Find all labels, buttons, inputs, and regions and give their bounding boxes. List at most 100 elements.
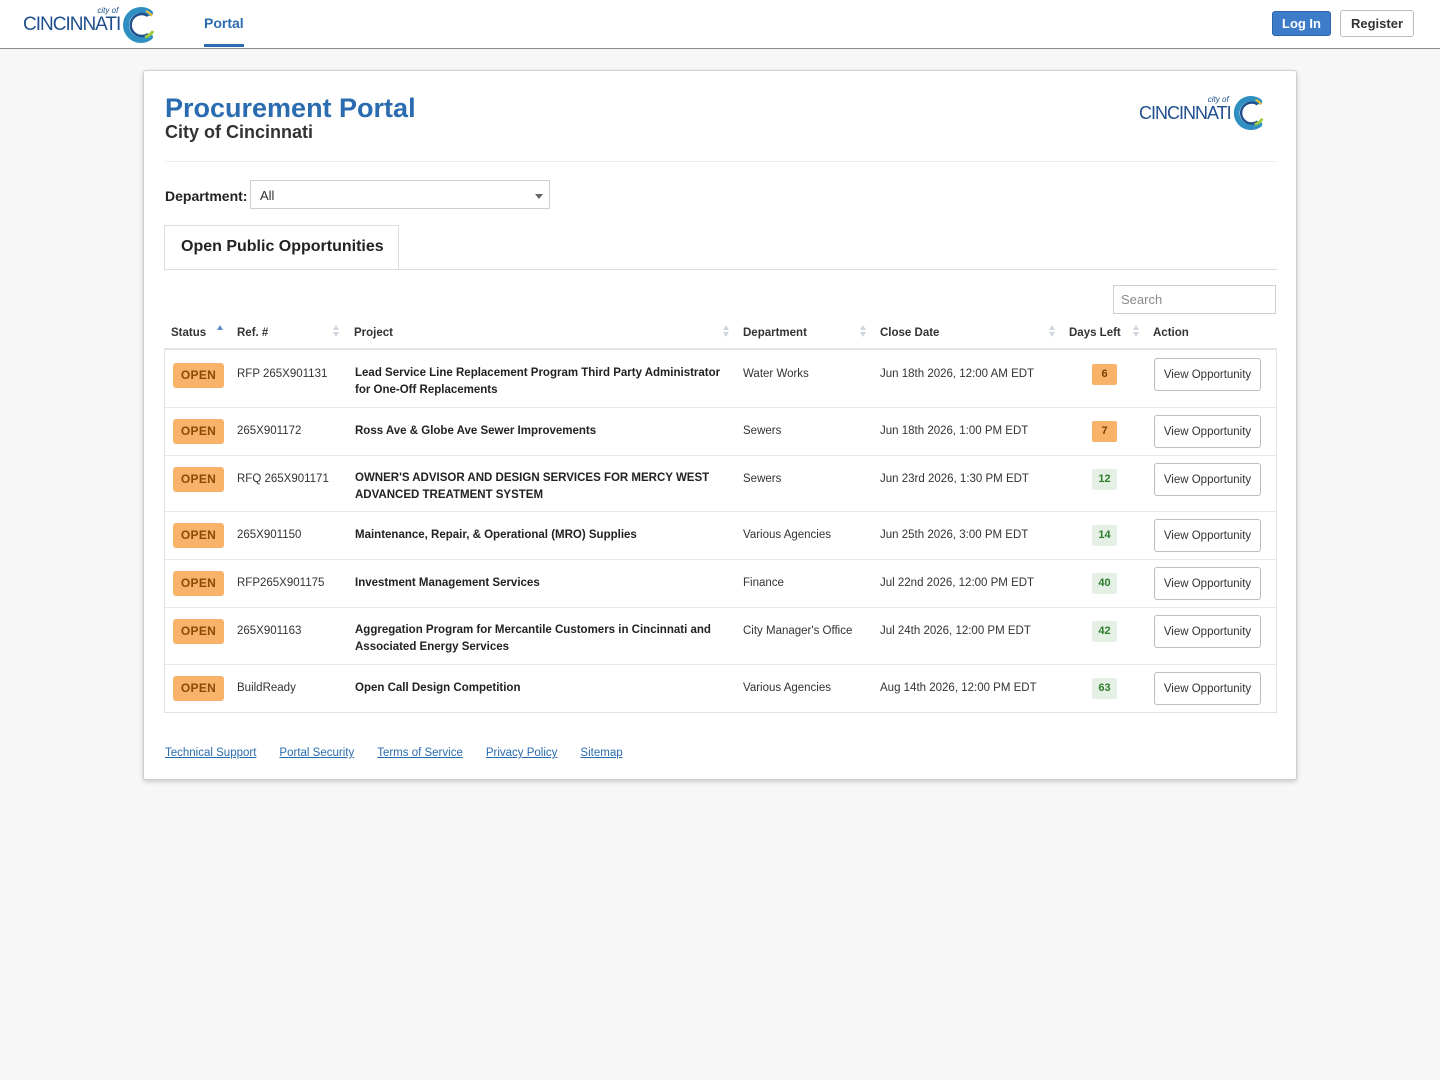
close-date: Jul 24th 2026, 12:00 PM EDT (880, 625, 1031, 637)
footer-links: Technical Support Portal Security Terms … (165, 747, 623, 759)
table-row: OPEN RFP 265X901131 Lead Service Line Re… (165, 350, 1276, 407)
table-row: OPEN 265X901172 Ross Ave & Globe Ave Sew… (165, 407, 1276, 455)
column-header-status[interactable]: Status (171, 327, 206, 339)
sort-icon[interactable] (723, 325, 730, 339)
tab-divider (164, 269, 1277, 270)
card-city-logo: CINCINNATI city of (1139, 93, 1267, 133)
days-left-badge: 12 (1092, 469, 1117, 490)
active-nav-indicator (204, 44, 244, 47)
register-button[interactable]: Register (1340, 10, 1414, 37)
portal-card: Procurement Portal City of Cincinnati CI… (143, 70, 1297, 780)
close-date: Jun 25th 2026, 3:00 PM EDT (880, 529, 1029, 541)
view-opportunity-button[interactable]: View Opportunity (1154, 415, 1261, 448)
days-left-badge: 63 (1092, 678, 1117, 699)
sort-icon[interactable] (1133, 325, 1140, 339)
department-label: Department: (165, 188, 248, 204)
view-opportunity-button[interactable]: View Opportunity (1154, 463, 1261, 496)
view-opportunity-button[interactable]: View Opportunity (1154, 672, 1261, 705)
status-badge: OPEN (173, 676, 224, 701)
page-title: Procurement Portal (165, 93, 416, 123)
close-date: Jun 18th 2026, 1:00 PM EDT (880, 425, 1029, 437)
top-navbar: CINCINNATI city of Portal Log In Registe… (0, 0, 1440, 49)
view-opportunity-button[interactable]: View Opportunity (1154, 615, 1261, 648)
close-date: Jun 18th 2026, 12:00 AM EDT (880, 368, 1035, 380)
search-input[interactable] (1113, 285, 1276, 314)
status-badge: OPEN (173, 619, 224, 644)
ref-number: RFQ 265X901171 (237, 473, 329, 485)
column-header-close-date[interactable]: Close Date (880, 327, 939, 339)
table-row: OPEN 265X901150 Maintenance, Repair, & O… (165, 511, 1276, 559)
status-badge: OPEN (173, 363, 224, 388)
sort-icon[interactable] (1049, 325, 1056, 339)
logo-wordmark: CINCINNATI (23, 14, 121, 35)
view-opportunity-button[interactable]: View Opportunity (1154, 519, 1261, 552)
project-title: Open Call Design Competition (355, 682, 521, 694)
status-badge: OPEN (173, 467, 224, 492)
footer-link-terms-of-service[interactable]: Terms of Service (377, 747, 463, 759)
close-date: Aug 14th 2026, 12:00 PM EDT (880, 682, 1037, 694)
days-left-badge: 42 (1092, 621, 1117, 642)
column-header-ref[interactable]: Ref. # (237, 327, 268, 339)
page-subtitle: City of Cincinnati (165, 122, 313, 142)
sort-icon[interactable] (860, 325, 867, 339)
table-row: OPEN RFP265X901175 Investment Management… (165, 559, 1276, 607)
project-title: OWNER'S ADVISOR AND DESIGN SERVICES FOR … (355, 472, 710, 501)
days-left-badge: 7 (1092, 421, 1117, 442)
department-name: Various Agencies (743, 529, 832, 541)
header-divider (165, 161, 1276, 162)
days-left-badge: 40 (1092, 573, 1117, 594)
ref-number: 265X901150 (237, 529, 302, 541)
footer-link-technical-support[interactable]: Technical Support (165, 747, 256, 759)
status-badge: OPEN (173, 419, 224, 444)
logo-cityof: city of (97, 6, 119, 15)
column-header-project[interactable]: Project (354, 327, 393, 339)
chevron-down-icon (535, 194, 543, 199)
ref-number: 265X901172 (237, 425, 302, 437)
footer-link-privacy-policy[interactable]: Privacy Policy (486, 747, 558, 759)
department-name: Finance (743, 577, 784, 589)
ref-number: RFP 265X901131 (237, 368, 328, 380)
project-title: Aggregation Program for Mercantile Custo… (355, 624, 711, 653)
column-header-days-left[interactable]: Days Left (1069, 327, 1121, 339)
city-logo[interactable]: CINCINNATI city of (23, 4, 158, 46)
cincinnati-c-logo-icon (123, 7, 155, 43)
tab-open-public-opportunities[interactable]: Open Public Opportunities (164, 225, 399, 270)
status-badge: OPEN (173, 571, 224, 596)
footer-link-portal-security[interactable]: Portal Security (279, 747, 354, 759)
view-opportunity-button[interactable]: View Opportunity (1154, 567, 1261, 600)
opportunities-table-body: OPEN RFP 265X901131 Lead Service Line Re… (164, 350, 1277, 713)
ref-number: BuildReady (237, 682, 296, 694)
days-left-badge: 6 (1092, 364, 1117, 385)
login-button[interactable]: Log In (1272, 11, 1331, 36)
view-opportunity-button[interactable]: View Opportunity (1154, 358, 1261, 391)
column-header-action: Action (1153, 327, 1189, 339)
sort-ascending-icon[interactable] (217, 325, 224, 339)
column-header-department[interactable]: Department (743, 327, 807, 339)
project-title: Ross Ave & Globe Ave Sewer Improvements (355, 425, 597, 437)
sort-icon[interactable] (333, 325, 340, 339)
department-selected-value: All (260, 188, 275, 203)
table-row: OPEN BuildReady Open Call Design Competi… (165, 664, 1276, 712)
department-select[interactable]: All (250, 180, 550, 209)
days-left-badge: 14 (1092, 525, 1117, 546)
close-date: Jul 22nd 2026, 12:00 PM EDT (880, 577, 1035, 589)
footer-link-sitemap[interactable]: Sitemap (580, 747, 622, 759)
nav-portal-link[interactable]: Portal (204, 15, 244, 31)
table-row: OPEN 265X901163 Aggregation Program for … (165, 607, 1276, 664)
project-title: Maintenance, Repair, & Operational (MRO)… (355, 529, 637, 541)
department-name: Sewers (743, 473, 782, 485)
card-logo-wordmark: CINCINNATI (1139, 103, 1232, 123)
ref-number: 265X901163 (237, 625, 302, 637)
close-date: Jun 23rd 2026, 1:30 PM EDT (880, 473, 1029, 485)
department-name: Sewers (743, 425, 782, 437)
project-title: Lead Service Line Replacement Program Th… (355, 367, 721, 396)
cincinnati-c-logo-icon (1233, 95, 1264, 131)
department-name: City Manager's Office (743, 625, 853, 637)
department-name: Various Agencies (743, 682, 832, 694)
table-row: OPEN RFQ 265X901171 OWNER'S ADVISOR AND … (165, 455, 1276, 511)
project-title: Investment Management Services (355, 577, 540, 589)
ref-number: RFP265X901175 (237, 577, 325, 589)
status-badge: OPEN (173, 523, 224, 548)
card-logo-cityof: city of (1207, 95, 1229, 104)
department-name: Water Works (743, 368, 809, 380)
